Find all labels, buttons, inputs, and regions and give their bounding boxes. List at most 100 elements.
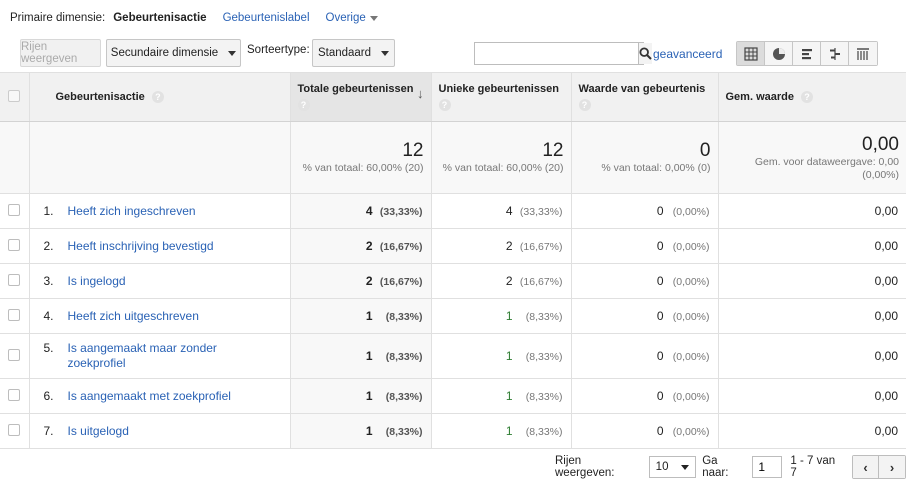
row-value-pct: (0,00%)	[672, 241, 710, 253]
row-value-value: 0	[656, 239, 664, 253]
row-total-pct: (8,33%)	[385, 391, 423, 403]
pivot-view-button[interactable]	[849, 42, 877, 65]
row-checkbox[interactable]	[8, 388, 21, 401]
totals-unique-value: 12	[542, 140, 564, 161]
row-unique-pct: (8,33%)	[525, 351, 563, 363]
row-value-pct: (0,00%)	[672, 276, 710, 288]
dimension-other-label: Overige	[325, 12, 366, 24]
row-unique-pct: (8,33%)	[525, 391, 563, 403]
dimension-option-event-label[interactable]: Gebeurtenislabel	[223, 12, 310, 24]
row-checkbox[interactable]	[8, 203, 21, 216]
row-value-value: 0	[656, 274, 664, 288]
row-unique-value: 1	[505, 424, 513, 438]
row-checkbox[interactable]	[8, 238, 21, 251]
dimension-option-other[interactable]: Overige	[326, 12, 378, 24]
row-avg-value: 0,00	[718, 298, 906, 334]
row-total-value: 1	[365, 309, 373, 323]
row-unique-pct: (16,67%)	[519, 276, 563, 288]
totals-row: 12 % van totaal: 60,00% (20) 12 % van to…	[0, 121, 906, 194]
row-dimension-cell: 4. Heeft zich uitgeschreven	[29, 298, 291, 334]
row-event-action-link[interactable]: Is uitgelogd	[68, 424, 263, 439]
row-value-value: 0	[656, 389, 664, 403]
row-total-value: 4	[365, 204, 373, 218]
row-avg-value: 0,00	[718, 413, 906, 449]
goto-page-input[interactable]	[752, 456, 783, 478]
row-avg-value: 0,00	[718, 378, 906, 414]
table-view-button[interactable]	[737, 42, 765, 65]
goto-label: Ga naar:	[702, 455, 729, 479]
row-select-cell	[0, 333, 30, 379]
select-all-checkbox[interactable]	[8, 89, 21, 102]
row-checkbox[interactable]	[8, 273, 21, 286]
row-dimension-cell: 2. Heeft inschrijving bevestigd	[29, 228, 291, 264]
row-checkbox[interactable]	[8, 308, 21, 321]
row-event-action-link[interactable]: Is ingelogd	[68, 274, 263, 289]
pie-view-button[interactable]	[765, 42, 793, 65]
header-avg-value[interactable]: Gem. waarde ?	[718, 72, 906, 122]
row-event-action-link[interactable]: Heeft zich uitgeschreven	[68, 309, 263, 324]
totals-avg-sub: Gem. voor dataweergave: 0,00 (0,00%)	[754, 155, 899, 181]
row-index: 6.	[43, 388, 54, 403]
header-total-events[interactable]: Totale gebeurtenissen ↓ ?	[290, 72, 432, 122]
row-unique-value: 4	[505, 204, 513, 218]
row-value-value: 0	[656, 309, 664, 323]
row-checkbox[interactable]	[8, 423, 21, 436]
row-dimension-cell: 7. Is uitgelogd	[29, 413, 291, 449]
search-button[interactable]	[639, 43, 652, 64]
row-avg-value: 0,00	[718, 263, 906, 299]
report-table: Gebeurtenisactie ? Totale gebeurtenissen…	[0, 72, 906, 449]
header-event-action[interactable]: Gebeurtenisactie ?	[29, 72, 291, 122]
header-unique-events[interactable]: Unieke gebeurtenissen ?	[431, 72, 572, 122]
table-row: 3. Is ingelogd 2 (16,67%) 2 (16,67%) 0 (0,00%) 0…	[0, 263, 906, 299]
row-event-action-link[interactable]: Heeft zich ingeschreven	[68, 204, 263, 219]
chevron-left-icon[interactable]: ‹	[853, 456, 879, 478]
totals-total-events: 12 % van totaal: 60,00% (20)	[290, 121, 432, 194]
rows-per-page-select[interactable]: 10	[648, 456, 697, 478]
row-total-events: 1 (8,33%)	[290, 298, 432, 334]
dropdown-caret-icon	[228, 50, 237, 56]
row-event-action-link[interactable]: Heeft inschrijving bevestigd	[68, 239, 263, 254]
help-icon[interactable]: ?	[297, 98, 310, 111]
page-range: 1 - 7 van 7	[790, 455, 836, 479]
performance-view-icon	[801, 48, 812, 59]
totals-value-value: 0	[699, 140, 711, 161]
performance-view-button[interactable]	[793, 42, 821, 65]
row-select-cell	[0, 413, 30, 449]
primary-dimension-label: Primaire dimensie:	[10, 12, 106, 24]
row-event-action-link[interactable]: Is aangemaakt met zoekprofiel	[68, 389, 263, 404]
dimension-option-event-action[interactable]: Gebeurtenisactie	[113, 12, 206, 24]
row-select-cell	[0, 193, 30, 229]
table-row: 5. Is aangemaakt maar zonder zoekprofiel 1…	[0, 333, 906, 379]
chevron-right-icon[interactable]: ›	[879, 456, 905, 478]
comparison-view-button[interactable]	[821, 42, 849, 65]
help-icon[interactable]: ?	[801, 91, 814, 104]
advanced-filter-link[interactable]: geavanceerd	[653, 47, 722, 61]
totals-total-value: 12	[402, 140, 424, 161]
row-unique-value: 1	[505, 389, 513, 403]
rows-per-page-value: 10	[655, 461, 669, 473]
show-rows-button[interactable]: Rijen weergeven	[20, 39, 101, 67]
totals-avg-value-num: 0,00	[862, 133, 899, 155]
help-icon[interactable]: ?	[438, 98, 451, 111]
row-total-value: 2	[365, 274, 373, 288]
row-unique-events: 2 (16,67%)	[431, 228, 572, 264]
row-value-pct: (0,00%)	[672, 351, 710, 363]
row-checkbox[interactable]	[8, 348, 21, 361]
totals-event-value: 0 % van totaal: 0,00% (0)	[571, 121, 719, 194]
secondary-dimension-dropdown[interactable]: Secundaire dimensie	[106, 39, 241, 67]
help-icon[interactable]: ?	[151, 91, 164, 104]
row-index: 4.	[43, 308, 54, 323]
help-icon[interactable]: ?	[578, 98, 591, 111]
row-avg-value: 0,00	[718, 193, 906, 229]
header-avg-value-label: Gem. waarde	[725, 90, 794, 103]
row-value-value: 0	[656, 349, 664, 363]
row-event-action-link[interactable]: Is aangemaakt maar zonder zoekprofiel	[68, 341, 263, 371]
sort-type-dropdown[interactable]: Standaard	[312, 39, 395, 67]
row-total-pct: (8,33%)	[385, 426, 423, 438]
row-select-cell	[0, 298, 30, 334]
totals-empty-cell	[0, 121, 30, 194]
search-input[interactable]	[475, 43, 639, 64]
header-event-value[interactable]: Waarde van gebeurtenis ?	[571, 72, 719, 122]
sort-type-label: Sorteertype:	[247, 44, 310, 56]
totals-unique-sub: % van totaal: 60,00% (20)	[442, 162, 564, 174]
